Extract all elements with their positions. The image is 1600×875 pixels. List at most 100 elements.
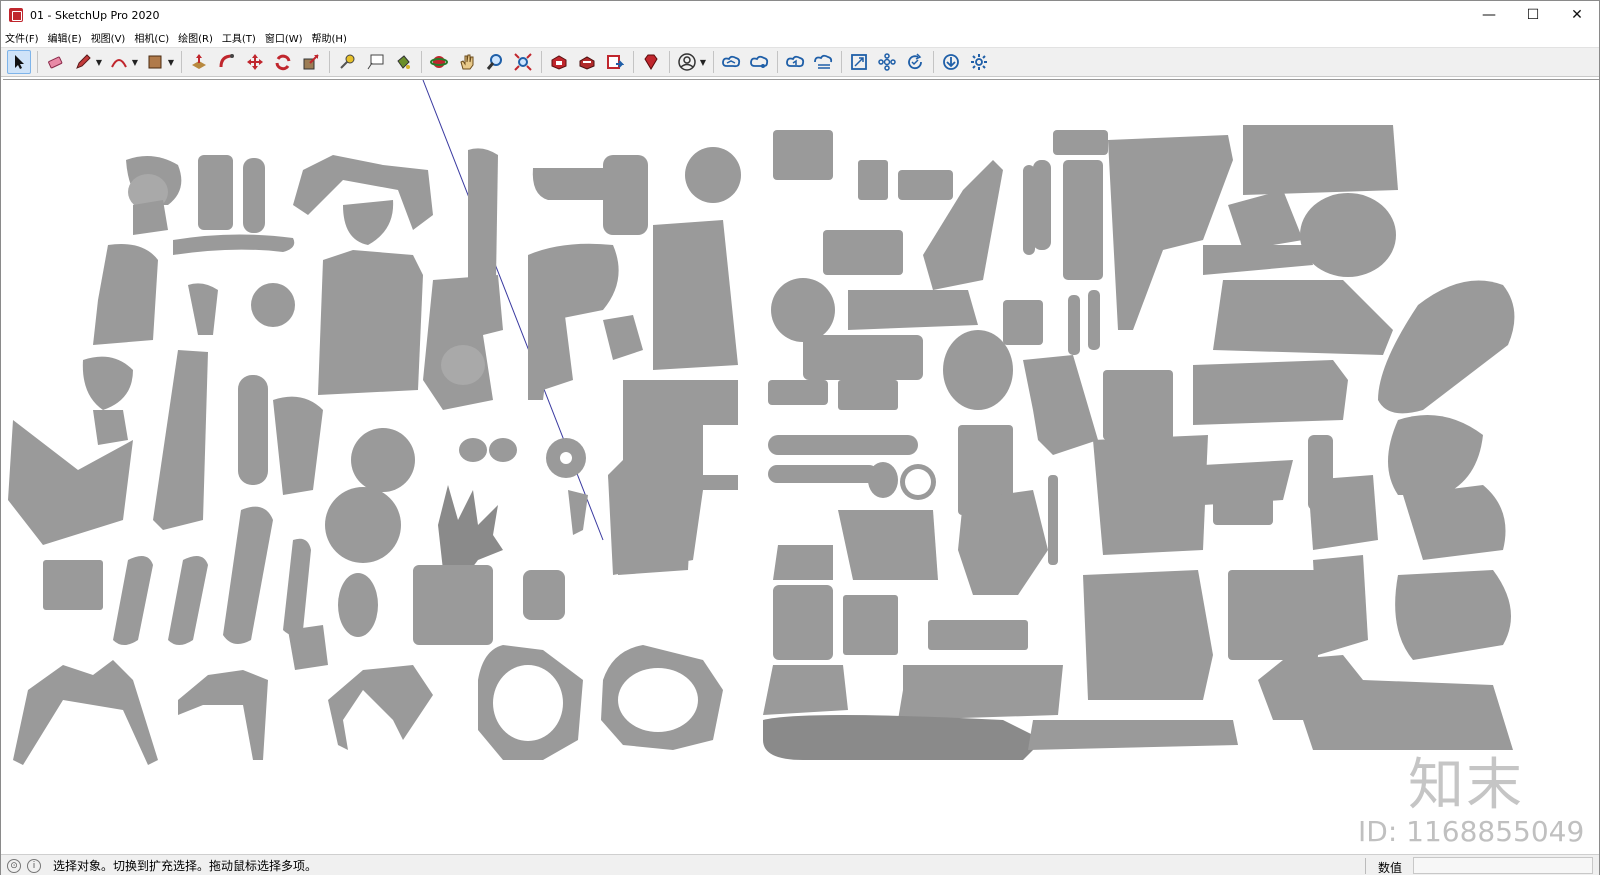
maximize-button[interactable]: ☐ [1511, 1, 1555, 29]
pan-icon [460, 54, 474, 70]
minimize-button[interactable]: — [1467, 1, 1511, 29]
settings-icon [971, 54, 987, 70]
import-icon [943, 54, 959, 70]
trimble-connect-button[interactable] [719, 50, 743, 74]
move-icon [247, 54, 263, 70]
rectangle-dropdown[interactable]: ▼ [167, 50, 175, 74]
toolbar-separator [421, 51, 422, 73]
scale-tool-button[interactable] [299, 50, 323, 74]
refresh-button[interactable] [903, 50, 927, 74]
pencil-icon [76, 54, 91, 69]
window-title: 01 - SketchUp Pro 2020 [30, 8, 160, 22]
menu-edit[interactable]: 编辑(E) [48, 30, 82, 45]
info-icon[interactable]: i [27, 858, 41, 873]
paint-bucket-icon [397, 55, 410, 69]
fit-view-button[interactable] [847, 50, 871, 74]
components-button[interactable] [875, 50, 899, 74]
rectangle-tool-button[interactable] [143, 50, 167, 74]
menu-draw[interactable]: 绘图(R) [178, 30, 213, 45]
drawing-viewport[interactable]: 知末 ID: 1168855049 [3, 79, 1599, 854]
pan-tool-button[interactable] [455, 50, 479, 74]
watermark-logo: 知末 [1408, 753, 1524, 818]
watermark-id: ID: 1168855049 [1358, 815, 1585, 848]
send-to-layout-icon [607, 55, 624, 69]
part-group-right-center[interactable] [763, 130, 1108, 760]
account-button[interactable] [675, 50, 699, 74]
eraser-icon [48, 56, 63, 69]
push-pull-icon [192, 54, 206, 69]
cloud-stack-icon [814, 54, 833, 69]
toolbar-separator [841, 51, 842, 73]
cloud-share-icon [750, 55, 769, 68]
model-parts-canvas[interactable] [3, 80, 1599, 854]
settings-button[interactable] [967, 50, 991, 74]
part-group-center[interactable] [528, 147, 741, 575]
import-button[interactable] [939, 50, 963, 74]
close-button[interactable]: ✕ [1555, 1, 1599, 29]
arc-icon [111, 59, 127, 68]
arc-tool-button[interactable] [107, 50, 131, 74]
rotate-icon [275, 54, 291, 71]
cloud-share-button[interactable] [747, 50, 771, 74]
account-dropdown[interactable]: ▼ [699, 50, 707, 74]
select-icon [15, 55, 24, 69]
menu-window[interactable]: 窗口(W) [265, 30, 303, 45]
follow-me-tool-button[interactable] [215, 50, 239, 74]
arc-dropdown[interactable]: ▼ [131, 50, 139, 74]
eraser-tool-button[interactable] [43, 50, 67, 74]
window-controls: — ☐ ✕ [1467, 1, 1599, 29]
zoom-tool-button[interactable] [483, 50, 507, 74]
zoom-extents-tool-button[interactable] [511, 50, 535, 74]
extension-warehouse-button[interactable] [575, 50, 599, 74]
measurements-input[interactable] [1413, 857, 1593, 874]
cloud-sync-button[interactable] [783, 50, 807, 74]
move-tool-button[interactable] [243, 50, 267, 74]
trimble-connect-icon [722, 55, 741, 68]
geolocation-icon[interactable]: ⊙ [7, 858, 21, 873]
push-pull-tool-button[interactable] [187, 50, 211, 74]
menu-camera[interactable]: 相机(C) [134, 30, 169, 45]
scale-icon [303, 54, 319, 70]
status-message: 选择对象。切换到扩充选择。拖动鼠标选择多项。 [53, 859, 318, 873]
rectangle-icon [148, 55, 162, 69]
cloud-stack-button[interactable] [811, 50, 835, 74]
title-bar: 01 - SketchUp Pro 2020 — ☐ ✕ [1, 1, 1599, 29]
toolbar-separator [37, 51, 38, 73]
sketchup-app-icon [9, 8, 23, 22]
fit-view-icon [851, 54, 867, 70]
zoom-extents-icon [514, 53, 532, 71]
menu-file[interactable]: 文件(F) [5, 30, 39, 45]
toolbar-separator [633, 51, 634, 73]
tape-measure-tool-button[interactable] [335, 50, 359, 74]
paint-bucket-tool-button[interactable] [391, 50, 415, 74]
3d-warehouse-icon [551, 55, 567, 70]
menu-tools[interactable]: 工具(T) [222, 30, 256, 45]
measurements-label: 数值 [1378, 861, 1403, 875]
send-to-layout-button[interactable] [603, 50, 627, 74]
components-icon [878, 53, 896, 71]
pencil-tool-button[interactable] [71, 50, 95, 74]
ruby-console-button[interactable] [639, 50, 663, 74]
orbit-tool-button[interactable] [427, 50, 451, 74]
text-tool-button[interactable] [363, 50, 387, 74]
toolbar-separator [713, 51, 714, 73]
toolbar-separator [181, 51, 182, 73]
select-tool-button[interactable] [7, 50, 31, 74]
extension-warehouse-icon [579, 56, 595, 70]
tape-measure-icon [340, 54, 355, 69]
account-icon [678, 53, 696, 71]
menu-help[interactable]: 帮助(H) [312, 30, 347, 45]
toolbar-separator [933, 51, 934, 73]
part-group-left[interactable] [8, 148, 723, 765]
pencil-dropdown[interactable]: ▼ [95, 50, 103, 74]
menu-view[interactable]: 视图(V) [91, 30, 126, 45]
follow-me-icon [219, 54, 234, 68]
toolbar-separator [541, 51, 542, 73]
toolbar-separator [669, 51, 670, 73]
status-divider [1365, 858, 1366, 874]
rotate-tool-button[interactable] [271, 50, 295, 74]
orbit-icon [430, 56, 448, 68]
zoom-icon [486, 54, 502, 70]
3d-warehouse-button[interactable] [547, 50, 571, 74]
toolbar-separator [329, 51, 330, 73]
